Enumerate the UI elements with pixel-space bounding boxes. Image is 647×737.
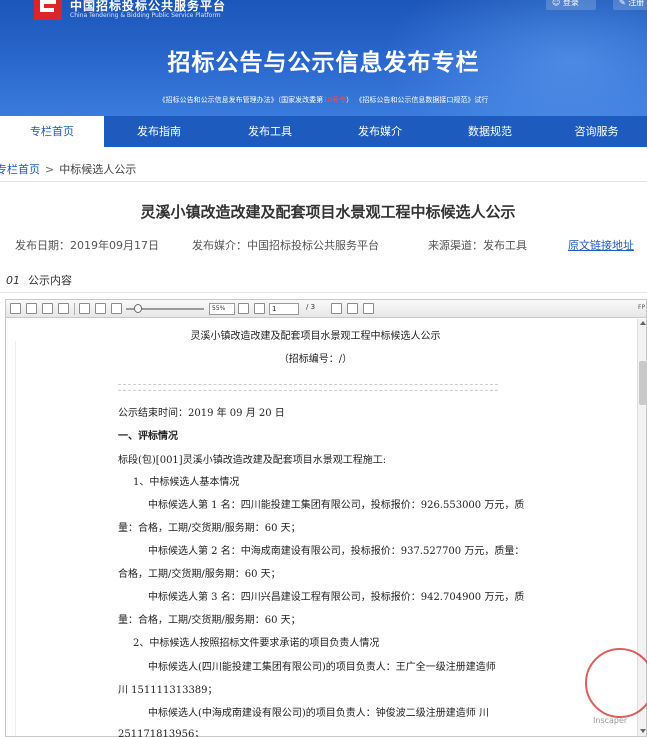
login-label: 登录: [562, 0, 579, 7]
scroll-up-icon[interactable]: [640, 321, 646, 325]
nav-item-guide[interactable]: 发布指南: [104, 116, 214, 147]
source-channel: 来源渠道：发布工具: [428, 239, 527, 252]
scroll-thumb[interactable]: [639, 361, 646, 405]
site-name-en: China Tendering & Bidding Public Service…: [70, 12, 221, 19]
publish-media: 发布媒介：中国招标投标公共服务平台: [192, 239, 379, 252]
pdf-lot-line: 标段(包)[001]灵溪小镇改造改建及配套项目水景观工程施工:: [118, 455, 387, 466]
original-link[interactable]: 原文链接地址: [568, 237, 634, 253]
nav-item-data-spec[interactable]: 数据规范: [434, 116, 546, 147]
pdf-title: 灵溪小镇改造改建及配套项目水景观工程中标候选人公示: [190, 331, 441, 342]
toolbar-divider: [74, 303, 75, 315]
nav-item-consult[interactable]: 咨询服务: [546, 116, 647, 147]
monitor-icon[interactable]: [238, 303, 249, 314]
next-page-icon[interactable]: [331, 303, 342, 314]
register-button[interactable]: ✎ 注册: [613, 0, 647, 10]
pdf-candidate-line: 量：合格，工期/交货期/服务期：60 天；: [118, 523, 301, 534]
two-page-icon[interactable]: [42, 303, 53, 314]
register-label: 注册: [628, 0, 645, 7]
order-number: 10号令: [323, 96, 347, 104]
pdf-candidate-line: 合格，工期/交货期/服务期：60 天；: [118, 569, 281, 580]
pdf-heading: 一、评标情况: [118, 431, 178, 442]
select-tool-icon[interactable]: [363, 303, 374, 314]
fit-page-icon[interactable]: [10, 303, 21, 314]
publish-date: 发布日期：2019年09月17日: [15, 239, 159, 252]
breadcrumb-separator: >: [45, 163, 55, 176]
site-banner: 中国招标投标公共服务平台 China Tendering & Bidding P…: [0, 0, 647, 116]
pdf-candidate-line: 中标候选人第 1 名：四川能投建工集团有限公司，投标报价：926.553000 …: [148, 500, 525, 511]
article-title: 灵溪小镇改造改建及配套项目水景观工程中标候选人公示: [140, 203, 516, 221]
pdf-manager-line: 中标候选人(四川能投建工集团有限公司)的项目负责人：王广全一级注册建造师: [148, 662, 496, 673]
fit-width-icon[interactable]: [79, 303, 90, 314]
section-header: 01 公示内容: [6, 272, 72, 288]
page-edge: [15, 341, 16, 736]
pdf-dash-line: [118, 384, 498, 385]
single-page-icon[interactable]: [26, 303, 37, 314]
pdf-candidate-line: 中标候选人第 2 名：中海成南建设有限公司，投标报价：937.527700 万元…: [148, 546, 525, 557]
site-logo-icon[interactable]: [34, 0, 62, 20]
pdf-document: [6, 319, 637, 736]
pdf-candidate-line: 量：合格，工期/交货期/服务期：60 天；: [118, 615, 301, 626]
pdf-manager-line: 川 151111313389；: [118, 685, 218, 696]
regulation-link[interactable]: 《招标公告和公示信息发布管理办法》（国家发改委第: [159, 96, 324, 104]
section-number: 01: [6, 274, 20, 287]
pdf-subheading: 1、中标候选人基本情况: [133, 477, 240, 488]
spec-link[interactable]: ） 《招标公告和公示信息数据接口规范》试行: [346, 96, 488, 104]
zoom-slider-handle[interactable]: [134, 304, 142, 313]
page-number-input[interactable]: 1: [269, 303, 299, 315]
user-icon: ☺: [552, 0, 563, 7]
pdf-candidate-line: 中标候选人第 3 名：四川兴昌建设工程有限公司，投标报价：942.704900 …: [148, 592, 525, 603]
pdf-dash-line: [118, 390, 498, 391]
pdf-manager-line: 中标候选人(中海成南建设有限公司)的项目负责人：钟俊波二级注册建造师 川: [148, 708, 489, 719]
banner-subtitle: 《招标公告和公示信息发布管理办法》（国家发改委第10号令） 《招标公告和公示信息…: [0, 95, 647, 105]
official-seal: [585, 648, 647, 718]
breadcrumb: 专栏首页 > 中标候选人公示: [0, 161, 136, 177]
nav-item-home[interactable]: 专栏首页: [0, 116, 104, 147]
register-icon: ✎: [619, 0, 629, 7]
scroll-down-icon[interactable]: [640, 729, 646, 733]
pdf-subheading: 2、中标候选人按照招标文件要求承诺的项目负责人情况: [133, 638, 380, 649]
page-total: / 3: [306, 303, 316, 311]
breadcrumb-home-link[interactable]: 专栏首页: [0, 163, 40, 176]
zoom-out-icon[interactable]: [111, 303, 122, 314]
login-button[interactable]: ☺ 登录: [546, 0, 596, 10]
hand-tool-icon[interactable]: [347, 303, 358, 314]
pdf-toolbar: 55% 1 / 3 FP: [6, 300, 646, 318]
banner-title: 招标公告与公示信息发布专栏: [167, 50, 480, 76]
pdf-subtitle: （招标编号：/）: [278, 354, 353, 365]
grid-view-icon[interactable]: [58, 303, 69, 314]
section-divider: [0, 292, 647, 293]
section-label: 公示内容: [28, 274, 72, 287]
watermark: Inscaper: [593, 716, 628, 725]
nav-item-media[interactable]: 发布媒介: [326, 116, 434, 147]
fit-height-icon[interactable]: [95, 303, 106, 314]
zoom-input[interactable]: 55%: [209, 303, 235, 315]
breadcrumb-divider: [0, 181, 647, 182]
pdf-end-time: 公示结束时间：2019 年 09 月 20 日: [118, 408, 285, 419]
main-nav: 专栏首页 发布指南 发布工具 发布媒介 数据规范 咨询服务: [0, 116, 647, 147]
nav-item-tools[interactable]: 发布工具: [214, 116, 326, 147]
prev-page-icon[interactable]: [254, 303, 265, 314]
fp-label: FP: [638, 304, 646, 311]
pdf-manager-line: 251171813956；: [118, 729, 205, 737]
breadcrumb-current: 中标候选人公示: [59, 163, 137, 176]
